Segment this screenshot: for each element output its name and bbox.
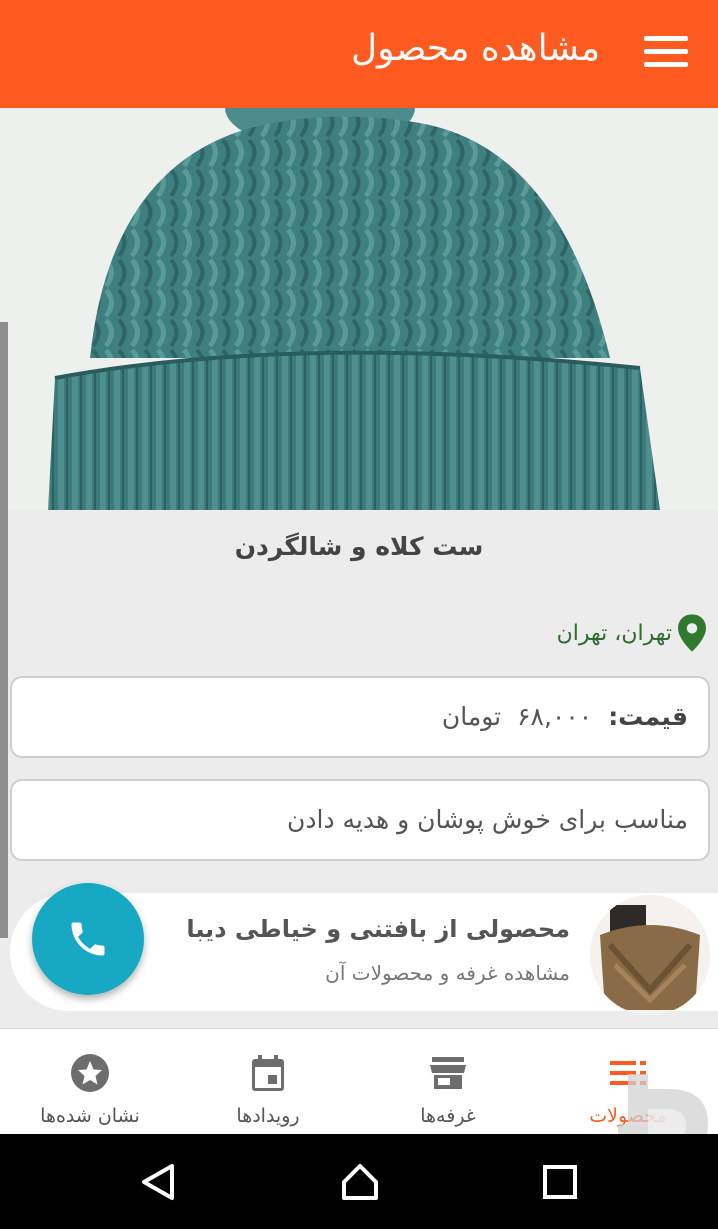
home-icon[interactable] [340,1162,380,1202]
nav-bookmarks-label: نشان شده‌ها [40,1105,140,1127]
seller-avatar[interactable] [590,895,710,1015]
nav-booths[interactable]: غرفه‌ها [358,1029,538,1135]
call-button[interactable] [32,883,144,995]
nav-booths-label: غرفه‌ها [420,1105,476,1127]
product-name: ست کلاه و شالگردن [234,532,484,561]
location-text: تهران، تهران [556,620,672,646]
page-title: مشاهده محصول [350,28,600,69]
seller-subtitle[interactable]: مشاهده غرفه و محصولات آن [325,961,570,985]
scrollbar[interactable] [0,322,8,938]
nav-events[interactable]: رویدادها [178,1029,358,1135]
store-icon [430,1057,466,1089]
back-icon[interactable] [138,1162,178,1202]
location: تهران، تهران [557,614,706,652]
price-label: قیمت: [608,702,688,731]
seller-title: محصولی از بافتنی و خیاطی دیبا [186,915,570,943]
price-card: قیمت: ۶۸,۰۰۰ تومان [10,676,710,758]
location-pin-icon [678,614,706,652]
price-value: ۶۸,۰۰۰ [517,702,593,731]
nav-bookmarks[interactable]: نشان شده‌ها [0,1029,180,1135]
phone-icon [71,922,105,956]
system-navigation-bar [0,1134,718,1229]
nav-events-label: رویدادها [236,1105,300,1127]
star-icon [71,1054,109,1092]
description-text: مناسب برای خوش پوشان و هدیه دادن [287,805,688,834]
description-card: مناسب برای خوش پوشان و هدیه دادن [10,779,710,861]
product-image[interactable] [0,108,718,510]
recents-icon[interactable] [540,1162,580,1202]
app-bar: مشاهده محصول [0,0,718,108]
calendar-icon [252,1055,284,1091]
hamburger-menu-icon[interactable] [644,36,688,70]
price-currency: تومان [441,702,502,731]
